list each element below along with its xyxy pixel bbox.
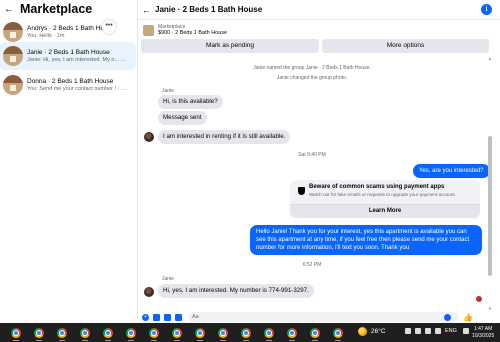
conversation-preview: Janie: Hi, yes, I am interested. My n...… [27, 57, 127, 63]
sidebar-header: ← Marketplace [4, 0, 92, 18]
emoji-icon[interactable] [444, 313, 451, 321]
chrome-icon[interactable] [124, 326, 138, 341]
scroll-thumb[interactable] [488, 136, 492, 276]
incoming-message: Hi, yes, I am interested. My number is 7… [158, 284, 314, 298]
read-receipt-avatar [476, 296, 482, 302]
info-icon[interactable]: i [481, 4, 492, 15]
chrome-icon[interactable] [32, 326, 46, 341]
gif-icon[interactable] [175, 313, 182, 321]
scam-warning-card: Beware of common scams using payment app… [290, 180, 480, 218]
app-icon[interactable] [435, 328, 441, 334]
language-indicator[interactable]: ENG [445, 328, 457, 334]
sender-name: Janie [162, 88, 174, 94]
incoming-message: Message sent [158, 111, 207, 125]
shield-icon [298, 187, 305, 195]
scroll-up-icon[interactable]: ▲ [488, 56, 492, 61]
listing-thumbnail [3, 46, 23, 66]
cloud-icon[interactable] [415, 328, 421, 334]
sticker-icon[interactable] [164, 313, 171, 321]
outgoing-message: Yes, are you interested? [413, 164, 490, 178]
chrome-icon[interactable] [239, 326, 253, 341]
weather-widget[interactable]: 26°C [358, 327, 386, 336]
chrome-icon[interactable] [193, 326, 207, 341]
more-options-button[interactable]: More options [322, 39, 489, 53]
thumbs-up-icon[interactable]: 👍 [463, 313, 473, 322]
sender-name: Janie [162, 276, 174, 282]
clock[interactable]: 1:47 AM 10/3/2025 [472, 326, 494, 340]
incoming-message: Hi, is this available? [158, 95, 223, 109]
timestamp: 6:52 PM [302, 262, 322, 268]
message-input[interactable]: Aa [188, 312, 458, 322]
chrome-icon[interactable] [101, 326, 115, 341]
avatar [144, 132, 154, 142]
outgoing-message: Hello Janie! Thank you for your interest… [250, 225, 482, 255]
system-message: Janie changed the group photo. [276, 75, 348, 81]
conversation-item-active[interactable]: Janie · 2 Beds 1 Bath House Janie: Hi, y… [0, 42, 136, 70]
listing-card[interactable]: Marketplace $900 · 2 Beds 1 Bath House [141, 21, 491, 39]
incoming-message: I am interested in renting if it is stil… [158, 130, 291, 144]
chrome-icon[interactable] [147, 326, 161, 341]
chrome-icon[interactable] [9, 326, 23, 341]
chrome-icon[interactable] [170, 326, 184, 341]
system-tray: ENG [405, 328, 473, 334]
chrome-icon[interactable] [55, 326, 69, 341]
scam-warning-text: Watch out for fake emails or requests to… [309, 192, 456, 197]
clock-date: 10/3/2025 [472, 333, 495, 339]
sidebar: ← Marketplace Andrys · 2 Beds 1 Bath Hou… [0, 0, 138, 318]
weather-temperature: 26°C [371, 328, 386, 335]
system-message: Janie named the group Janie · 2 Beds 1 B… [253, 65, 371, 71]
mark-as-pending-button[interactable]: Mark as pending [141, 39, 319, 53]
message-thread: Janie named the group Janie · 2 Beds 1 B… [138, 56, 490, 311]
listing-thumbnail [3, 22, 23, 42]
conversation-name: Janie · 2 Beds 1 Bath House [27, 49, 110, 56]
composer: + Aa 👍 [138, 311, 500, 323]
sidebar-title: Marketplace [20, 2, 93, 16]
avatar [144, 287, 154, 297]
chrome-icon[interactable] [285, 326, 299, 341]
chrome-icon[interactable] [308, 326, 322, 341]
conversation-preview: You: Hello · 1m [27, 33, 65, 39]
chrome-icon[interactable] [78, 326, 92, 341]
timestamp: Sat 9:40 PM [298, 152, 326, 158]
listing-thumbnail [143, 24, 154, 36]
scrollbar[interactable]: ▲ ▼ [487, 56, 493, 311]
listing-thumbnail [3, 75, 23, 95]
chat-header: ← Janie · 2 Beds 1 Bath House i [138, 0, 500, 20]
taskbar: 26°C ENG 1:47 AM 10/3/2025 [0, 323, 500, 342]
photo-icon[interactable] [153, 313, 160, 321]
wifi-icon[interactable] [462, 328, 469, 334]
scam-warning-title: Beware of common scams using payment app… [309, 184, 445, 190]
sun-icon [358, 327, 367, 336]
more-horizontal-icon[interactable]: ••• [102, 20, 116, 34]
conversation-name: Donna · 2 Beds 1 Bath House [27, 78, 114, 85]
chrome-icon[interactable] [331, 326, 345, 341]
chat-title: Janie · 2 Beds 1 Bath House [155, 5, 263, 14]
listing-price-title: $900 · 2 Beds 1 Bath House [158, 30, 228, 36]
chrome-icon[interactable] [216, 326, 230, 341]
clock-time: 1:47 AM [473, 326, 493, 332]
conversation-preview: You: Send me your contact number ! · 1d [27, 86, 127, 92]
arrow-left-icon[interactable]: ← [142, 5, 151, 15]
chevron-up-icon[interactable] [405, 328, 411, 334]
learn-more-button[interactable]: Learn More [290, 204, 480, 218]
conversation-item[interactable]: Donna · 2 Beds 1 Bath House You: Send me… [0, 71, 136, 99]
arrow-left-icon[interactable]: ← [4, 4, 16, 15]
chrome-icon[interactable] [262, 326, 276, 341]
mic-icon[interactable] [425, 328, 431, 334]
plus-icon[interactable]: + [142, 313, 149, 321]
